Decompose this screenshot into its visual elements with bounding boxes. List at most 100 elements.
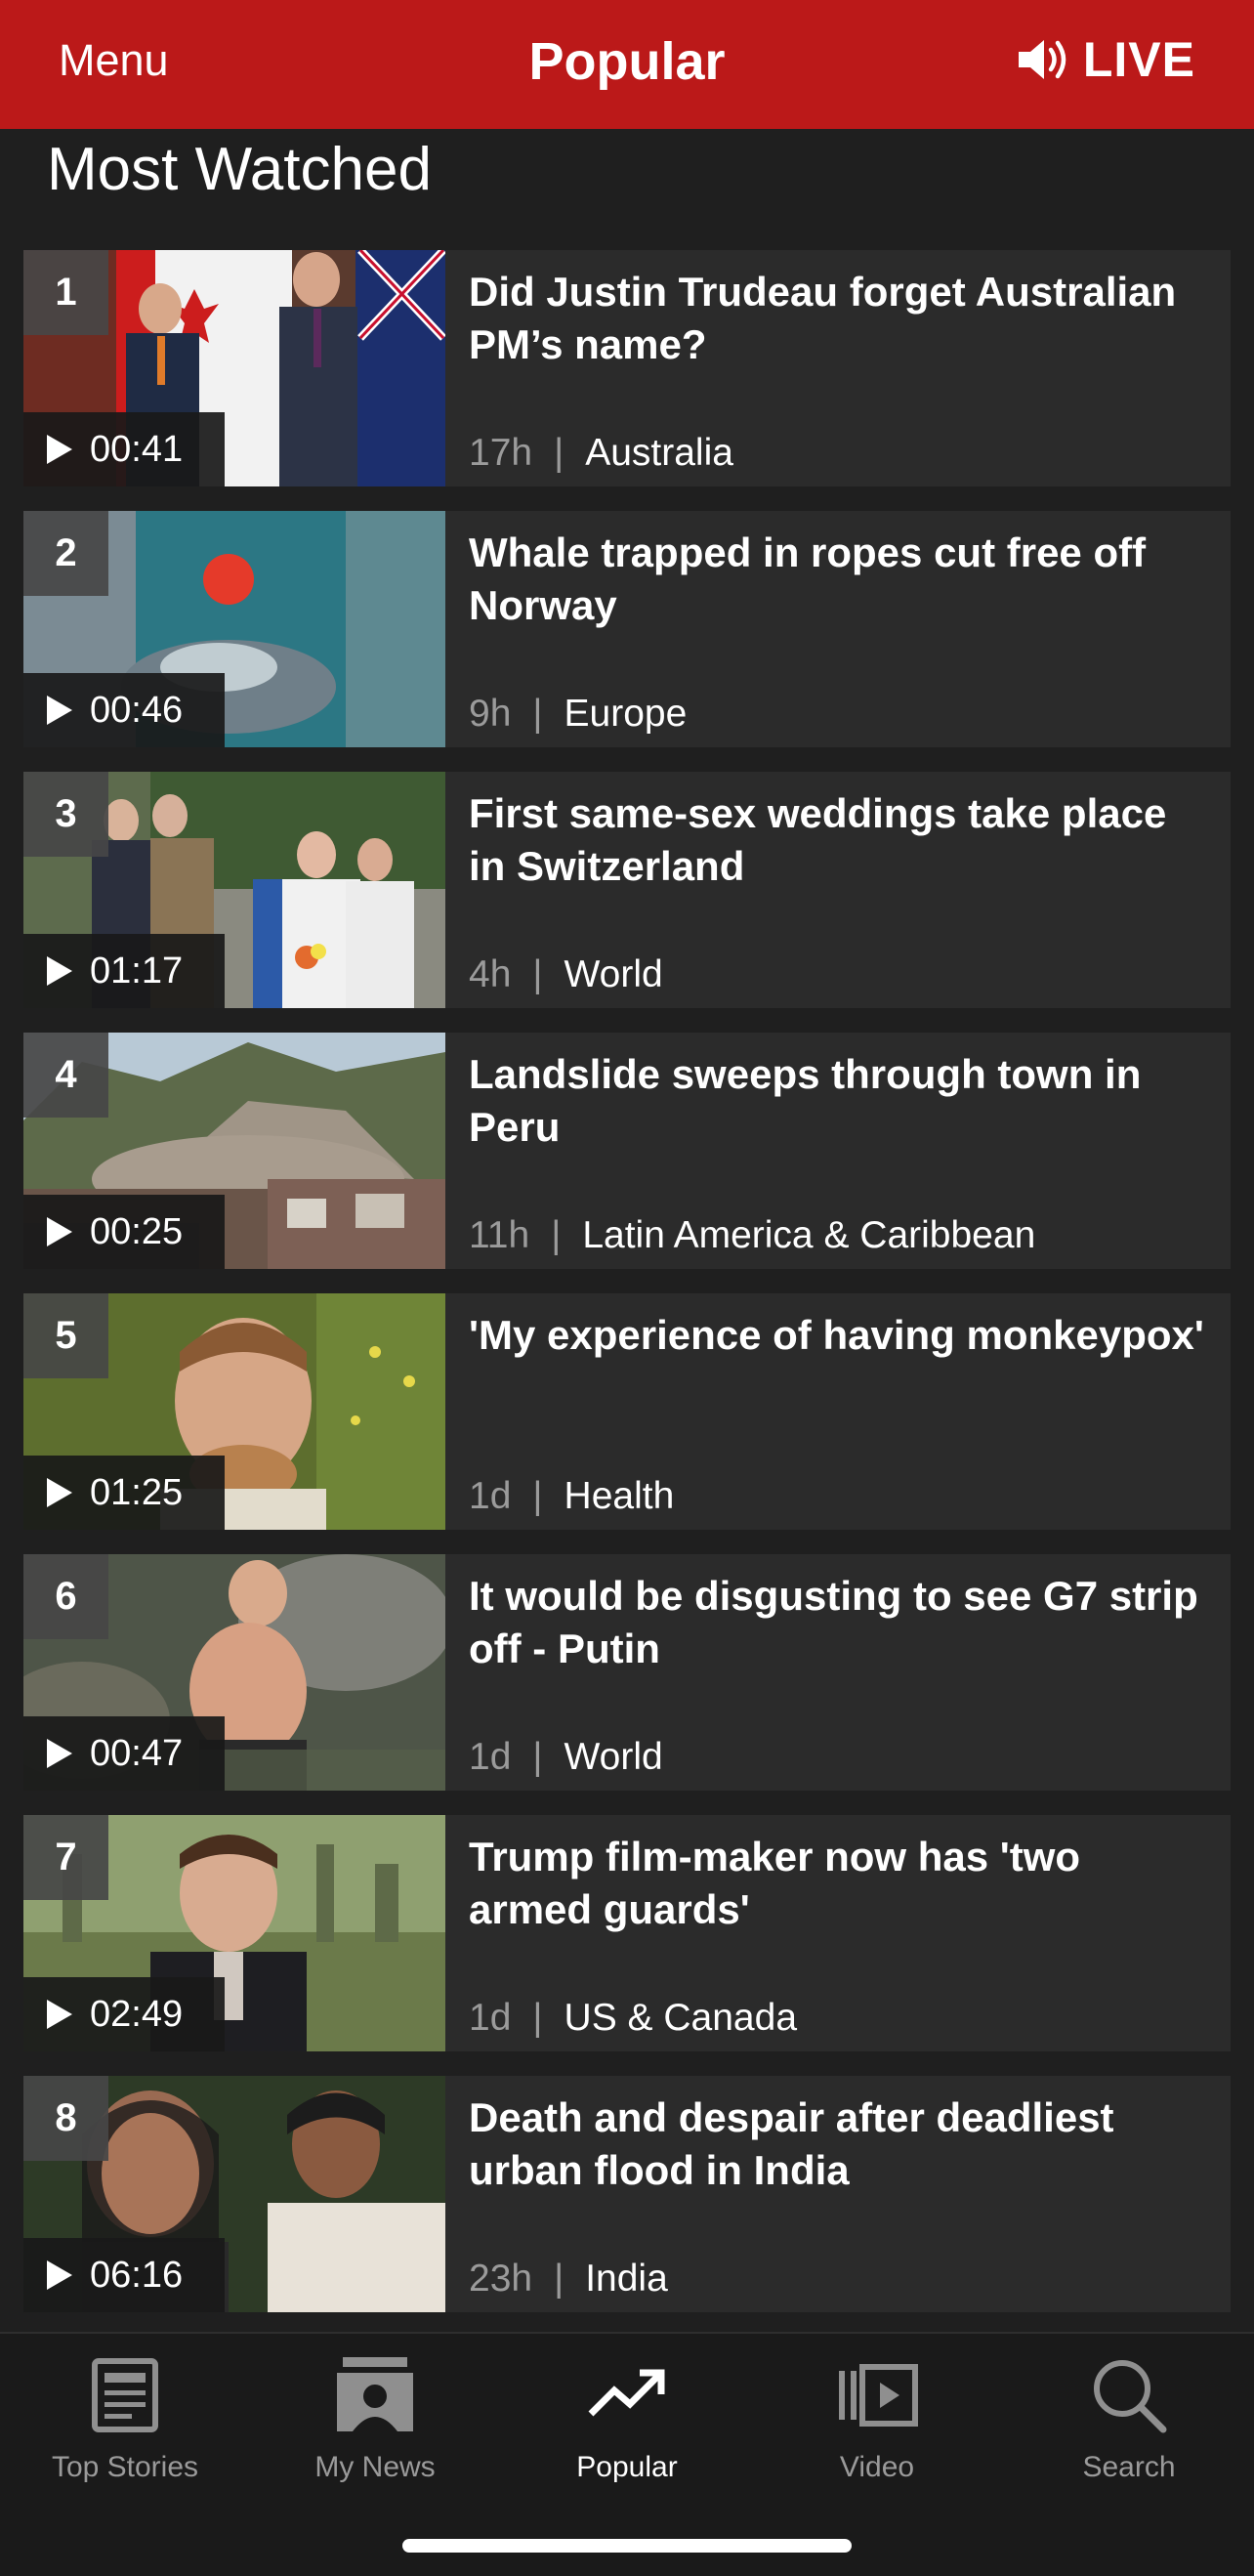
duration-badge: 00:41 bbox=[23, 412, 225, 486]
item-title: Whale trapped in ropes cut free off Norw… bbox=[469, 529, 1147, 628]
item-title: First same-sex weddings take place in Sw… bbox=[469, 790, 1167, 889]
item-meta: 4h | World bbox=[469, 953, 663, 996]
video-icon bbox=[839, 2364, 918, 2427]
item-category: US & Canada bbox=[564, 1997, 798, 2039]
nav-label: Search bbox=[1082, 2451, 1176, 2483]
video-thumbnail: 7 02:49 bbox=[23, 1815, 445, 2051]
nav-label: Popular bbox=[576, 2451, 678, 2483]
item-age: 23h bbox=[469, 2258, 533, 2300]
section-title: Most Watched bbox=[47, 136, 432, 203]
meta-separator: | bbox=[532, 1997, 543, 2039]
list-item[interactable]: 7 02:49 Trump film-maker now has 'two ar… bbox=[23, 1815, 1231, 2051]
nav-label: Video bbox=[839, 2451, 915, 2483]
item-meta: 1d | World bbox=[469, 1736, 663, 1779]
video-thumbnail: 4 00:25 bbox=[23, 1033, 445, 1269]
item-category: India bbox=[585, 2258, 668, 2300]
meta-separator: | bbox=[532, 693, 543, 735]
speaker-icon bbox=[1015, 35, 1069, 84]
meta-separator: | bbox=[554, 432, 564, 474]
duration-text: 01:25 bbox=[90, 1471, 184, 1513]
duration-text: 06:16 bbox=[90, 2254, 184, 2296]
item-meta: 9h | Europe bbox=[469, 693, 687, 736]
rank-badge: 8 bbox=[23, 2076, 108, 2161]
item-title: Death and despair after deadliest urban … bbox=[469, 2094, 1114, 2193]
item-title: Landslide sweeps through town in Peru bbox=[469, 1051, 1142, 1150]
video-thumbnail: 6 00:47 bbox=[23, 1554, 445, 1791]
most-watched-list: 1 00:41 Did Justin Trudeau forget Austra… bbox=[23, 250, 1231, 2337]
duration-badge: 00:46 bbox=[23, 673, 225, 747]
play-icon bbox=[47, 435, 72, 464]
video-thumbnail: 8 06:16 bbox=[23, 2076, 445, 2312]
item-title: Trump film-maker now has 'two armed guar… bbox=[469, 1834, 1081, 1932]
video-thumbnail: 5 01:25 bbox=[23, 1293, 445, 1530]
my-news-icon bbox=[337, 2357, 413, 2431]
list-item[interactable]: 6 00:47 It would be disgusting to see G7… bbox=[23, 1554, 1231, 1791]
nav-top-stories[interactable]: Top Stories bbox=[0, 2353, 250, 2484]
item-category: Health bbox=[564, 1475, 675, 1517]
play-icon bbox=[47, 2000, 72, 2029]
home-indicator[interactable] bbox=[402, 2539, 852, 2553]
item-meta: 23h | India bbox=[469, 2258, 668, 2301]
nav-popular[interactable]: Popular bbox=[502, 2353, 752, 2484]
list-item[interactable]: 8 06:16 Death and despair after deadlies… bbox=[23, 2076, 1231, 2312]
rank-badge: 5 bbox=[23, 1293, 108, 1378]
meta-separator: | bbox=[532, 1475, 543, 1517]
play-icon bbox=[47, 1478, 72, 1507]
live-label: LIVE bbox=[1082, 32, 1195, 87]
app-screen: Menu Popular LIVE Most Watched 1 00:41 D… bbox=[0, 0, 1254, 2576]
rank-badge: 4 bbox=[23, 1033, 108, 1118]
item-age: 4h bbox=[469, 953, 512, 995]
meta-separator: | bbox=[532, 953, 543, 995]
list-item[interactable]: 2 00:46 Whale trapped in ropes cut free … bbox=[23, 511, 1231, 747]
duration-text: 00:46 bbox=[90, 689, 184, 731]
nav-video[interactable]: Video bbox=[752, 2353, 1002, 2484]
item-category: World bbox=[564, 953, 663, 995]
duration-badge: 01:17 bbox=[23, 934, 225, 1008]
duration-text: 01:17 bbox=[90, 950, 184, 992]
trending-icon bbox=[588, 2369, 665, 2417]
item-age: 17h bbox=[469, 432, 533, 474]
meta-separator: | bbox=[551, 1214, 562, 1256]
item-category: Australia bbox=[585, 432, 733, 474]
duration-badge: 00:47 bbox=[23, 1716, 225, 1791]
duration-badge: 06:16 bbox=[23, 2238, 225, 2312]
nav-label: My News bbox=[314, 2451, 436, 2483]
item-age: 9h bbox=[469, 693, 512, 735]
video-thumbnail: 3 01:17 bbox=[23, 772, 445, 1008]
duration-text: 00:25 bbox=[90, 1210, 184, 1252]
list-item[interactable]: 1 00:41 Did Justin Trudeau forget Austra… bbox=[23, 250, 1231, 486]
newspaper-icon bbox=[92, 2358, 158, 2432]
play-icon bbox=[47, 2260, 72, 2290]
list-item[interactable]: 4 00:25 Landslide sweeps through town in… bbox=[23, 1033, 1231, 1269]
nav-my-news[interactable]: My News bbox=[250, 2353, 500, 2484]
play-icon bbox=[47, 956, 72, 986]
item-age: 11h bbox=[469, 1214, 530, 1256]
list-item[interactable]: 3 01:17 First same-sex weddings take pla… bbox=[23, 772, 1231, 1008]
duration-badge: 00:25 bbox=[23, 1195, 225, 1269]
bottom-nav: Top Stories My News Popular Video Search bbox=[0, 2332, 1254, 2576]
item-category: World bbox=[564, 1736, 663, 1778]
item-category: Latin America & Caribbean bbox=[582, 1214, 1036, 1256]
live-button[interactable]: LIVE bbox=[1015, 31, 1195, 88]
duration-badge: 02:49 bbox=[23, 1977, 225, 2051]
duration-text: 02:49 bbox=[90, 1993, 184, 2035]
item-title: 'My experience of having monkeypox' bbox=[469, 1312, 1204, 1358]
item-age: 1d bbox=[469, 1475, 512, 1517]
nav-search[interactable]: Search bbox=[1004, 2353, 1254, 2484]
item-meta: 1d | Health bbox=[469, 1475, 674, 1518]
item-age: 1d bbox=[469, 1736, 512, 1778]
item-title: Did Justin Trudeau forget Australian PM’… bbox=[469, 269, 1177, 367]
duration-text: 00:41 bbox=[90, 428, 184, 470]
play-icon bbox=[47, 1739, 72, 1768]
rank-badge: 7 bbox=[23, 1815, 108, 1900]
rank-badge: 2 bbox=[23, 511, 108, 596]
list-item[interactable]: 5 01:25 'My experience of having monkeyp… bbox=[23, 1293, 1231, 1530]
item-meta: 1d | US & Canada bbox=[469, 1997, 797, 2040]
nav-label: Top Stories bbox=[51, 2451, 199, 2483]
item-title: It would be disgusting to see G7 strip o… bbox=[469, 1573, 1198, 1671]
menu-button[interactable]: Menu bbox=[59, 35, 169, 86]
rank-badge: 1 bbox=[23, 250, 108, 335]
duration-badge: 01:25 bbox=[23, 1456, 225, 1530]
video-thumbnail: 1 00:41 bbox=[23, 250, 445, 486]
rank-badge: 6 bbox=[23, 1554, 108, 1639]
